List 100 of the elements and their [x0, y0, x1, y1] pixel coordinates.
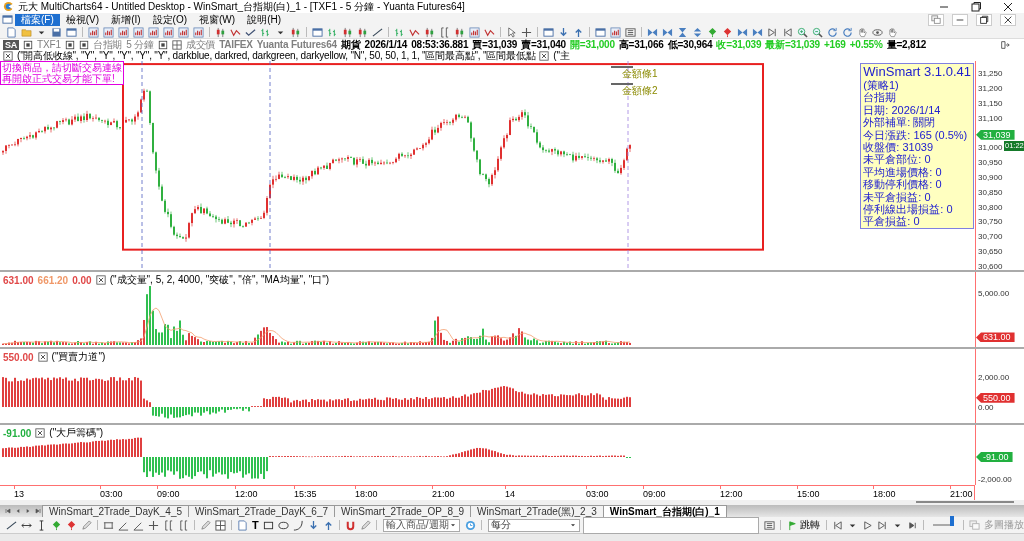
zigzag-icon[interactable] — [230, 26, 241, 38]
close-icon[interactable] — [1002, 0, 1014, 13]
close-icon[interactable] — [539, 50, 550, 61]
zigzag-icon[interactable] — [484, 26, 495, 38]
eye-icon[interactable] — [872, 26, 883, 38]
candlestick-icon[interactable] — [424, 26, 435, 38]
box-icon[interactable] — [23, 39, 34, 50]
first-icon[interactable] — [4, 507, 12, 515]
refresh-icon[interactable] — [827, 26, 838, 38]
sheet-tab[interactable]: WinSmart_台指期(白)_1 — [602, 505, 727, 517]
hourglass-icon[interactable] — [677, 26, 688, 38]
close-icon[interactable] — [3, 50, 13, 61]
scrollbar-thumb[interactable] — [916, 501, 1014, 503]
diamond-icon[interactable] — [722, 26, 733, 38]
step-back-icon[interactable] — [782, 26, 793, 38]
arrow-up-icon[interactable] — [573, 26, 584, 38]
chart-icon[interactable] — [103, 26, 114, 38]
hand-icon[interactable] — [857, 26, 868, 38]
sheet-tab[interactable]: WinSmart_2Trade_DayK_4_5 — [42, 505, 190, 517]
symbol-badge[interactable]: SA — [3, 39, 20, 50]
step-back-icon[interactable] — [832, 519, 844, 531]
arrow-down-icon[interactable] — [558, 26, 569, 38]
candlestick-icon[interactable] — [454, 26, 465, 38]
window-icon[interactable] — [312, 26, 323, 38]
clock-icon[interactable] — [464, 519, 476, 531]
next-icon[interactable] — [24, 507, 32, 515]
window-icon[interactable] — [66, 26, 77, 38]
candlestick-icon[interactable] — [215, 26, 226, 38]
rectangle-icon[interactable] — [262, 519, 274, 531]
chart-icon[interactable] — [88, 26, 99, 38]
bowtie-icon[interactable] — [662, 26, 673, 38]
close-icon[interactable] — [95, 275, 106, 285]
candlestick-icon[interactable] — [357, 26, 368, 38]
chart-icon[interactable] — [133, 26, 144, 38]
sheet-tab[interactable]: WinSmart_2Trade_OP_8_9 — [334, 505, 472, 517]
chart-icon[interactable] — [163, 26, 174, 38]
menu-item[interactable]: 設定(O) — [146, 13, 194, 26]
last-icon[interactable] — [907, 519, 919, 531]
windows-icon[interactable] — [928, 13, 944, 26]
bowtie-icon[interactable] — [647, 26, 658, 38]
vertical-lines-icon[interactable] — [439, 26, 450, 38]
document-icon[interactable] — [237, 519, 248, 531]
last-icon[interactable] — [34, 507, 42, 515]
curve-icon[interactable] — [292, 519, 304, 531]
chart-icon[interactable] — [610, 26, 621, 38]
chart-icon[interactable] — [469, 26, 480, 38]
date-field[interactable] — [583, 516, 760, 534]
crosshair-icon[interactable] — [521, 26, 532, 38]
box-icon[interactable] — [64, 39, 75, 50]
period-dropdown[interactable]: 每分 — [487, 518, 581, 532]
up-down-icon[interactable] — [692, 26, 703, 38]
diamond-icon[interactable] — [707, 26, 718, 38]
step-forward-icon[interactable] — [767, 26, 778, 38]
cursor-icon[interactable] — [506, 26, 517, 38]
sheet-tab[interactable]: WinSmart_2Trade(黑)_2_3 — [470, 505, 604, 517]
text-tool[interactable]: T — [252, 519, 259, 531]
menu-item[interactable]: 新增(I) — [105, 13, 147, 26]
refresh-icon[interactable] — [842, 26, 853, 38]
line-icon[interactable] — [6, 519, 17, 531]
line-icon[interactable] — [372, 26, 383, 38]
bar-chart-icon[interactable] — [394, 26, 405, 38]
menu-item[interactable]: 檔案(F) — [15, 13, 60, 26]
box-icon[interactable] — [157, 39, 168, 50]
step-forward-icon[interactable] — [877, 519, 889, 531]
magnet-icon[interactable] — [344, 519, 356, 531]
chart-icon[interactable] — [148, 26, 159, 38]
window-icon[interactable] — [543, 26, 554, 38]
maximize-icon[interactable] — [976, 13, 992, 26]
vertical-lines-icon[interactable] — [178, 519, 189, 531]
zigzag-icon[interactable] — [409, 26, 420, 38]
save-icon[interactable] — [51, 26, 62, 38]
close-icon[interactable] — [37, 352, 48, 362]
caret-icon[interactable] — [569, 521, 578, 529]
zoom-out-icon[interactable] — [812, 26, 823, 38]
crosshair-icon[interactable] — [148, 519, 159, 531]
grid-icon[interactable] — [215, 519, 226, 531]
maximize-icon[interactable] — [970, 0, 982, 13]
previous-icon[interactable] — [14, 507, 22, 515]
chart-icon[interactable] — [118, 26, 129, 38]
chart-icon[interactable] — [178, 26, 189, 38]
box-icon[interactable] — [78, 39, 89, 50]
close-icon[interactable] — [35, 428, 46, 438]
list-icon[interactable] — [764, 519, 776, 531]
list-icon[interactable] — [625, 26, 636, 38]
menu-item[interactable]: 視窗(W) — [193, 13, 242, 26]
vertical-lines-icon[interactable] — [163, 519, 174, 531]
menu-item[interactable]: 檢視(V) — [59, 13, 106, 26]
candlestick-icon[interactable] — [290, 26, 301, 38]
zoom-in-icon[interactable] — [797, 26, 808, 38]
channel-icon[interactable] — [103, 519, 114, 531]
play-icon[interactable] — [862, 519, 874, 531]
ellipse-icon[interactable] — [277, 519, 289, 531]
window-icon[interactable] — [595, 26, 606, 38]
bowtie-icon[interactable] — [752, 26, 763, 38]
diamond-icon[interactable] — [66, 519, 77, 531]
panel-toggle-icon[interactable] — [1000, 39, 1010, 50]
symbol-combo[interactable]: 輸入商品/週期 — [382, 518, 460, 532]
document-icon[interactable] — [6, 26, 17, 38]
bar-chart-icon[interactable] — [327, 26, 338, 38]
sheet-tab[interactable]: WinSmart_2Trade_DayK_6_7 — [188, 505, 336, 517]
